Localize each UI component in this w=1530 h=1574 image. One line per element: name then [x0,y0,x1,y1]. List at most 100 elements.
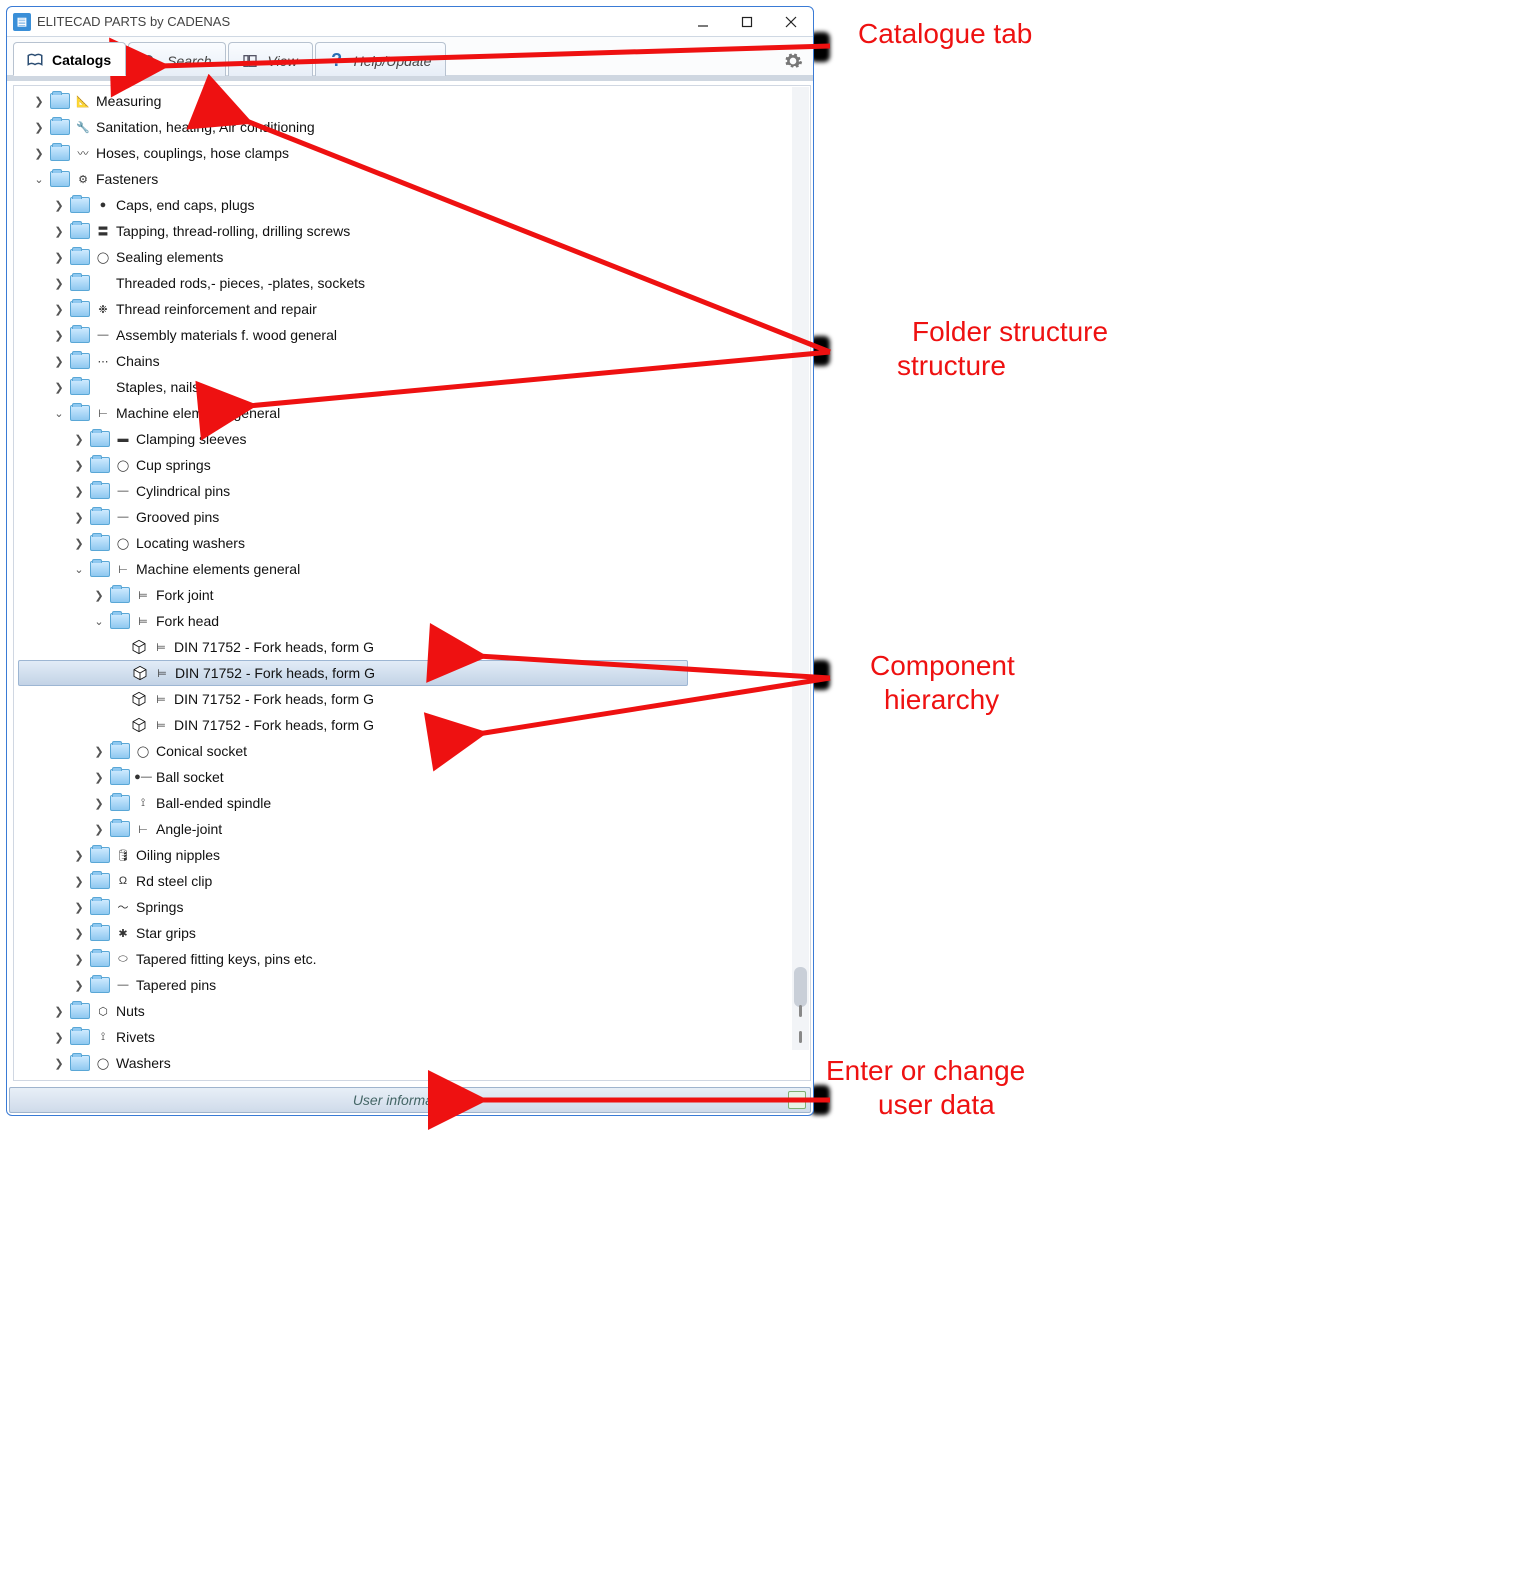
tree-item-caps[interactable]: ❯●Caps, end caps, plugs [18,192,810,218]
catalog-tree: ❯📐Measuring ❯🔧Sanitation, heating, Air c… [14,86,810,1078]
folder-icon [90,457,110,473]
nut-icon: ⬡ [94,1004,112,1018]
folder-icon [90,431,110,447]
tree-part-din-3[interactable]: ⊨DIN 71752 - Fork heads, form G [18,686,810,712]
clip-icon: Ω [114,874,132,888]
scroll-thumb[interactable] [794,967,807,1007]
tree-item-ball-socket[interactable]: ❯●—Ball socket [18,764,810,790]
tree-item-tapered-keys[interactable]: ❯⬭Tapered fitting keys, pins etc. [18,946,810,972]
tree-item-angle-joint[interactable]: ❯⊢Angle-joint [18,816,810,842]
fork-icon: ⊨ [134,588,152,602]
tree-item-locating-washers[interactable]: ❯◯Locating washers [18,530,810,556]
tree-item-rd-steel[interactable]: ❯ΩRd steel clip [18,868,810,894]
tree-item-machine-elements[interactable]: ⌄⊢Machine elements general [18,400,810,426]
user-icon [788,1091,806,1109]
tree-item-fork-head[interactable]: ⌄⊨Fork head [18,608,810,634]
folder-icon [50,93,70,109]
annotation-catalogue-tab: Catalogue tab [858,18,1032,50]
tab-label: Help/Update [354,53,432,69]
tree-item-star-grips[interactable]: ❯✱Star grips [18,920,810,946]
tree-item-ball-spindle[interactable]: ❯⟟Ball-ended spindle [18,790,810,816]
tree-item-threaded-rods[interactable]: ❯ Threaded rods,- pieces, -plates, socke… [18,270,810,296]
tree-item-hoses[interactable]: ❯〰Hoses, couplings, hose clamps [18,140,810,166]
tree-item-tapping[interactable]: ❯〓Tapping, thread-rolling, drilling scre… [18,218,810,244]
rod-icon [94,276,112,290]
folder-icon [70,1003,90,1019]
folder-icon [70,275,90,291]
tree-part-din-2-selected[interactable]: ⊨DIN 71752 - Fork heads, form G [18,660,688,686]
tree-item-washers[interactable]: ❯◯Washers [18,1050,810,1076]
star-icon: ✱ [114,926,132,940]
tab-help[interactable]: ? Help/Update [315,42,447,76]
ring-icon: ◯ [114,458,132,472]
folder-icon [70,249,90,265]
tree-item-assembly-wood[interactable]: ❯—Assembly materials f. wood general [18,322,810,348]
folder-icon [90,535,110,551]
folder-icon [90,847,110,863]
folder-icon [90,977,110,993]
chain-icon: ⋯ [94,354,112,368]
hose-icon: 〰 [74,146,92,160]
tree-item-nuts[interactable]: ❯⬡Nuts [18,998,810,1024]
tab-label: Catalogs [52,52,111,68]
minimize-button[interactable] [681,8,725,36]
ring-icon: ◯ [94,250,112,264]
search-icon [141,52,159,70]
fork-icon: ⊨ [152,692,170,706]
tree-item-sealing[interactable]: ❯◯Sealing elements [18,244,810,270]
tree-item-sanitation[interactable]: ❯🔧Sanitation, heating, Air conditioning [18,114,810,140]
help-icon: ? [328,52,346,70]
tab-catalogs[interactable]: Catalogs [13,42,126,76]
tree-item-springs[interactable]: ❯〜Springs [18,894,810,920]
ball-icon: ●— [134,770,152,784]
tree-item-measuring[interactable]: ❯📐Measuring [18,88,810,114]
gear-icon[interactable] [783,51,803,71]
title-bar[interactable]: ▤ ELITECAD PARTS by CADENAS [7,7,813,37]
tree-item-cyl-pins[interactable]: ❯—Cylindrical pins [18,478,810,504]
tab-view[interactable]: View [228,42,312,76]
tree-item-cup-springs[interactable]: ❯◯Cup springs [18,452,810,478]
tree-item-thread-reinforcement[interactable]: ❯❉Thread reinforcement and repair [18,296,810,322]
folder-icon [70,353,90,369]
tab-search[interactable]: Search [128,42,226,76]
tree-item-conical[interactable]: ❯◯Conical socket [18,738,810,764]
tree-item-grooved-pins[interactable]: ❯—Grooved pins [18,504,810,530]
tree-item-staples[interactable]: ❯ Staples, nails [18,374,810,400]
tree-part-din-4[interactable]: ⊨DIN 71752 - Fork heads, form G [18,712,810,738]
tree-item-clamping[interactable]: ❯▬Clamping sleeves [18,426,810,452]
user-information-button[interactable]: User information... [9,1087,811,1113]
ring-icon: ◯ [94,1056,112,1070]
folder-icon [70,1055,90,1071]
close-button[interactable] [769,8,813,36]
plumbing-icon: 🔧 [74,120,92,134]
vertical-scrollbar[interactable] [792,87,809,1050]
folder-icon [70,405,90,421]
maximize-button[interactable] [725,8,769,36]
annotation-component-1: Component [870,650,1015,682]
tab-label: Search [167,53,211,69]
part-icon [130,690,148,708]
tree-item-tapered-pins[interactable]: ❯—Tapered pins [18,972,810,998]
fork-icon: ⊨ [153,666,171,680]
tree-item-machine-elements-2[interactable]: ⌄⊢Machine elements general [18,556,810,582]
ring-icon: ◯ [114,536,132,550]
tree-item-fork-joint[interactable]: ❯⊨Fork joint [18,582,810,608]
folder-icon [70,223,90,239]
app-window: ▤ ELITECAD PARTS by CADENAS Catalogs [6,6,814,1116]
folder-icon [70,197,90,213]
machine-icon: ⊢ [114,562,132,576]
tree-item-rivets[interactable]: ❯⟟Rivets [18,1024,810,1050]
tree-part-din-1[interactable]: ⊨DIN 71752 - Fork heads, form G [18,634,810,660]
folder-icon [70,301,90,317]
sleeve-icon: ▬ [114,432,132,446]
tree-item-fasteners[interactable]: ⌄⚙Fasteners [18,166,810,192]
tree-item-oiling[interactable]: ❯🛢Oiling nipples [18,842,810,868]
tree-item-chains[interactable]: ❯⋯Chains [18,348,810,374]
folder-icon [110,587,130,603]
fork-icon: ⊨ [152,640,170,654]
rivet-icon: ⟟ [94,1030,112,1044]
folder-icon [90,873,110,889]
folder-icon [70,379,90,395]
part-icon [130,638,148,656]
folder-icon [90,899,110,915]
